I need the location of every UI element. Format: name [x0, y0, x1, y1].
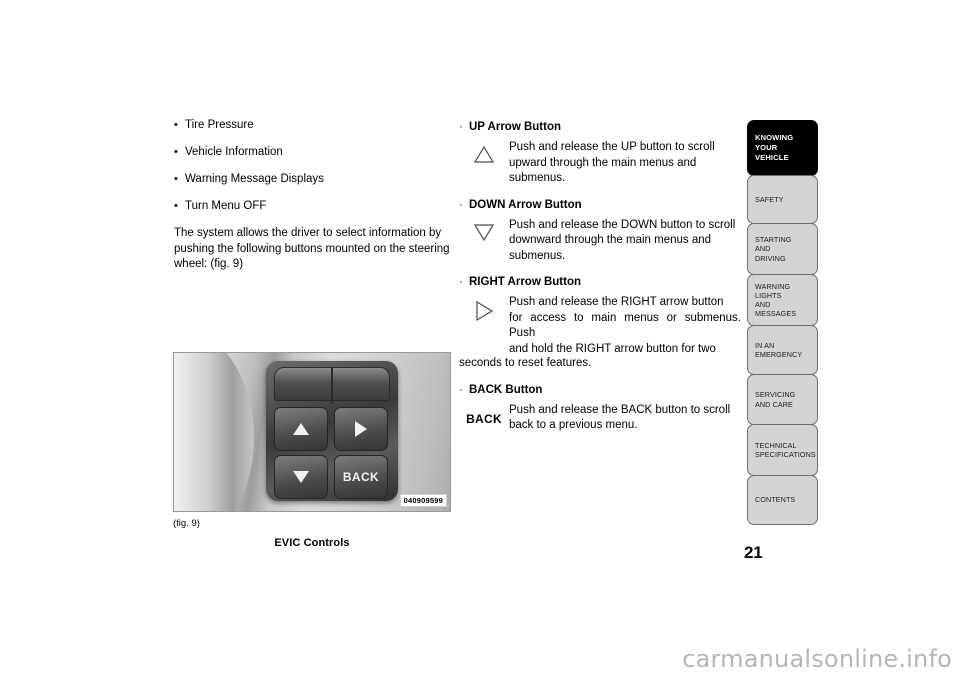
list-item-label: Vehicle Information	[185, 146, 283, 158]
section-heading: · UP Arrow Button	[459, 120, 741, 135]
sidebar-item-label: CONTENTS	[755, 495, 796, 505]
section-up-arrow-button: · UP Arrow Button Push and release the U…	[459, 120, 741, 187]
wheel-up-button[interactable]	[274, 407, 328, 451]
paragraph-line: and hold the RIGHT arrow button for two	[509, 342, 716, 355]
sidebar-item-label: IN AN EMERGENCY	[755, 340, 803, 359]
triangle-down-icon	[293, 471, 309, 483]
bullet-marker: ·	[459, 198, 463, 211]
paragraph-line: for access to main menus or submenus. Pu…	[509, 311, 741, 340]
section-body-text: Push and release the RIGHT arrow button …	[509, 295, 741, 357]
paragraph-line: back to a previous menu.	[509, 419, 638, 431]
section-body-text: Push and release the BACK button to scro…	[509, 403, 741, 434]
list-item: • Tire Pressure	[174, 118, 452, 132]
sidebar-item-label: KNOWING YOUR VEHICLE	[755, 133, 794, 162]
section-back-button: · BACK Button BACK Push and release the …	[459, 383, 741, 449]
paragraph-line: Push and release the UP button to scroll	[509, 141, 715, 153]
section-right-arrow-button: · RIGHT Arrow Button Push and release th…	[459, 275, 741, 372]
figure-number: (fig. 9)	[173, 518, 200, 529]
bullet-marker: ·	[459, 276, 463, 288]
left-text-column: • Tire Pressure • Vehicle Information • …	[174, 118, 452, 273]
sidebar-item-safety[interactable]: SAFETY	[747, 175, 818, 224]
page-number: 21	[744, 543, 763, 562]
intro-paragraph: The system allows the driver to select i…	[174, 226, 452, 273]
section-heading-label: UP Arrow Button	[469, 121, 561, 133]
sidebar-item-warning-lights-and-messages[interactable]: WARNING LIGHTS AND MESSAGES	[747, 274, 818, 326]
image-code: 040909599	[399, 494, 447, 507]
evic-controls-photo: BACK 040909599	[173, 352, 451, 512]
bullet-marker: •	[174, 119, 178, 131]
wheel-right-button[interactable]	[334, 407, 388, 451]
section-body-text: Push and release the UP button to scroll…	[509, 140, 741, 187]
down-arrow-outline-icon	[459, 218, 509, 264]
section-down-arrow-button: · DOWN Arrow Button Push and release the…	[459, 198, 741, 265]
triangle-up-icon	[293, 423, 309, 435]
section-body: Push and release the RIGHT arrow button …	[459, 295, 741, 357]
list-item: • Turn Menu OFF	[174, 199, 452, 213]
paragraph-line: submenus.	[509, 249, 566, 262]
paragraph-line: pushing the following buttons mounted on…	[174, 242, 450, 255]
section-body: Push and release the UP button to scroll…	[459, 140, 741, 187]
paragraph-line: The system allows the driver to select i…	[174, 227, 442, 239]
pod-top-divider	[331, 367, 333, 403]
steering-wheel-shape	[174, 353, 254, 511]
watermark: carmanualsonline.info	[682, 645, 952, 673]
section-heading: · BACK Button	[459, 383, 741, 398]
figure-caption: EVIC Controls	[274, 537, 350, 549]
triangle-right-icon	[355, 421, 367, 437]
list-item: • Warning Message Displays	[174, 172, 452, 186]
section-heading-label: RIGHT Arrow Button	[469, 276, 582, 288]
sidebar-item-label: TECHNICAL SPECIFICATIONS	[755, 440, 816, 459]
list-item-label: Turn Menu OFF	[185, 200, 267, 212]
section-body-text: Push and release the DOWN button to scro…	[509, 218, 741, 265]
sidebar-item-contents[interactable]: CONTENTS	[747, 475, 818, 525]
sidebar-item-label: SAFETY	[755, 194, 784, 204]
sidebar-item-label: WARNING LIGHTS AND MESSAGES	[755, 281, 797, 319]
sidebar-item-label: STARTING AND DRIVING	[755, 235, 792, 263]
paragraph-line: Push and release the RIGHT arrow button	[509, 296, 724, 308]
sidebar-item-label: SERVICING AND CARE	[755, 390, 796, 409]
section-heading: · DOWN Arrow Button	[459, 198, 741, 213]
right-text-column: · UP Arrow Button Push and release the U…	[459, 120, 741, 451]
section-heading-label: BACK Button	[469, 383, 543, 396]
paragraph-line: Push and release the BACK button to scro…	[509, 403, 731, 416]
section-body: Push and release the DOWN button to scro…	[459, 218, 741, 265]
paragraph-line: upward through the main menus and	[509, 156, 697, 169]
section-tabs-sidebar: KNOWING YOUR VEHICLE SAFETY STARTING AND…	[747, 120, 818, 525]
bullet-marker: •	[174, 146, 178, 158]
sidebar-item-knowing-your-vehicle[interactable]: KNOWING YOUR VEHICLE	[747, 120, 818, 176]
wheel-down-button[interactable]	[274, 455, 328, 499]
up-arrow-outline-icon	[459, 140, 509, 186]
section-heading: · RIGHT Arrow Button	[459, 275, 741, 290]
list-item: • Vehicle Information	[174, 145, 452, 159]
sidebar-item-in-an-emergency[interactable]: IN AN EMERGENCY	[747, 325, 818, 375]
section-heading-label: DOWN Arrow Button	[469, 198, 582, 211]
paragraph-line: downward through the main menus and	[509, 234, 712, 246]
paragraph-line: seconds to reset features.	[459, 357, 592, 369]
bullet-marker: •	[174, 200, 178, 212]
sidebar-item-technical-specifications[interactable]: TECHNICAL SPECIFICATIONS	[747, 424, 818, 476]
paragraph-line: Push and release the DOWN button to scro…	[509, 218, 736, 231]
list-item-label: Warning Message Displays	[185, 173, 324, 185]
sidebar-item-servicing-and-care[interactable]: SERVICING AND CARE	[747, 374, 818, 425]
right-arrow-outline-icon	[459, 295, 509, 341]
bullet-marker: ·	[459, 121, 463, 133]
bullet-marker: ·	[459, 383, 463, 396]
paragraph-line: wheel: (fig. 9)	[174, 258, 244, 270]
section-body: BACK Push and release the BACK button to…	[459, 403, 741, 449]
control-pod: BACK	[266, 361, 398, 501]
wheel-back-button[interactable]: BACK	[334, 455, 388, 499]
figure-block: BACK 040909599 (fig. 9) EVIC Controls	[173, 352, 451, 549]
bullet-marker: •	[174, 173, 178, 185]
back-text-icon: BACK	[459, 403, 509, 449]
back-text-icon-label: BACK	[466, 411, 502, 426]
wheel-back-button-label: BACK	[342, 470, 380, 484]
paragraph-line: submenus.	[509, 172, 566, 184]
list-item-label: Tire Pressure	[185, 119, 254, 131]
sidebar-item-starting-and-driving[interactable]: STARTING AND DRIVING	[747, 223, 818, 275]
